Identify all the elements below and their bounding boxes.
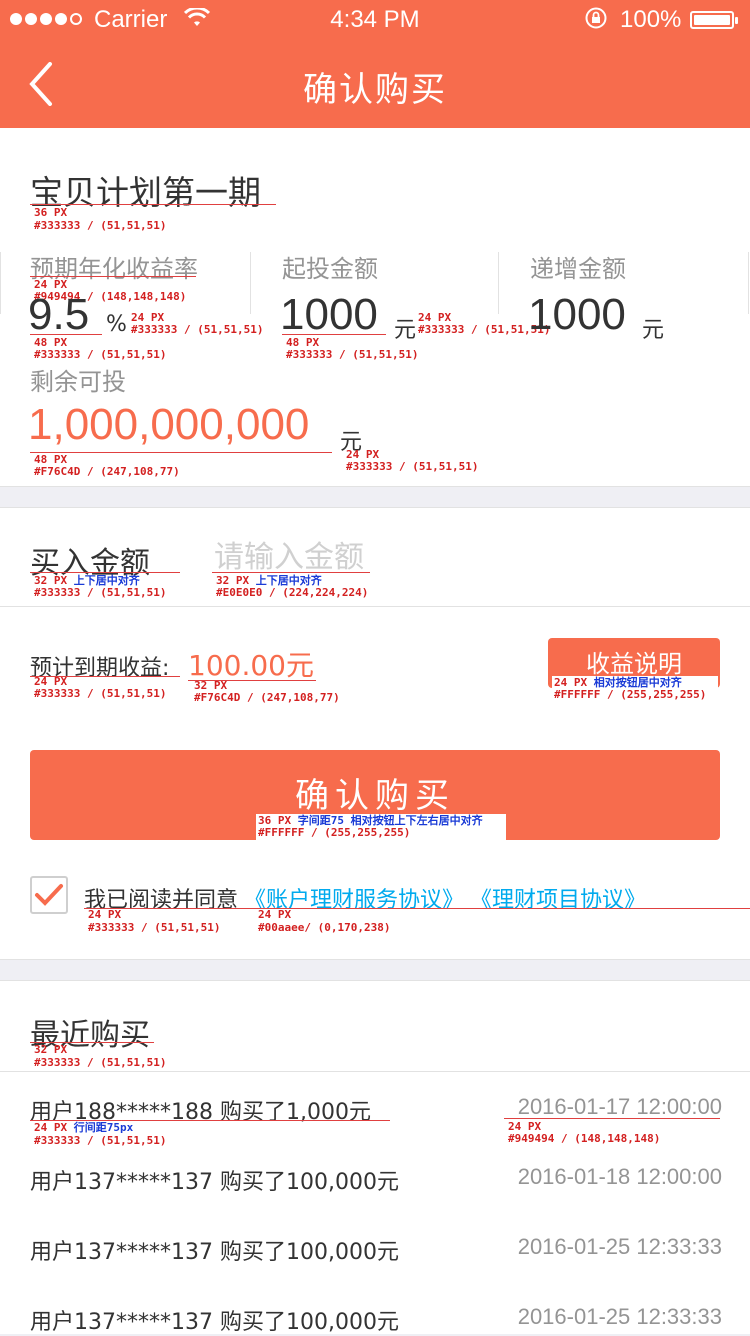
annotation-color: #949494 / (148,148,148) <box>508 1132 661 1145</box>
annotation-color: #FFFFFF / (255,255,255) <box>258 826 411 839</box>
annotation-color: #333333 / (51,51,51) <box>34 1056 167 1069</box>
checkmark-icon <box>35 884 63 906</box>
annotation-color: #333333 / (51,51,51) <box>34 687 167 700</box>
step-amount-value: 1000 <box>528 290 626 339</box>
record-user: 用户137*****137 购买了100,000元 <box>30 1310 399 1335</box>
annotation-color: #00aaee/ (0,170,238) <box>258 921 391 934</box>
battery-percent: 100% <box>620 6 682 33</box>
annotation-size: 36 PX <box>34 206 68 219</box>
page-title: 确认购买 <box>303 70 447 110</box>
annotation-size: 24 PX <box>88 908 122 921</box>
annotation-color: #333333 / (51,51,51) <box>34 586 167 599</box>
annotation-color: #333333 / (51,51,51) <box>34 219 167 232</box>
record-time: 2016-01-17 12:00:00 <box>517 1094 722 1119</box>
annotation-size: 24 PX 行间距75px <box>34 1121 134 1134</box>
annotation-color: #F76C4D / (247,108,77) <box>34 465 180 478</box>
annotation-color: #333333 / (51,51,51) <box>346 460 479 473</box>
annotation-size: 32 PX <box>34 1043 68 1056</box>
annotation-color: #E0E0E0 / (224,224,224) <box>216 586 369 599</box>
record-time: 2016-01-18 12:00:00 <box>517 1164 722 1189</box>
step-amount-unit: 元 <box>642 318 665 343</box>
annotation-color: #333333 / (51,51,51) <box>88 921 221 934</box>
annotation-color: #333333 / (51,51,51) <box>34 1134 167 1147</box>
project-agreement-link[interactable]: 《理财项目协议》 <box>470 882 646 914</box>
status-bar: Carrier 4:34 PM 100% <box>0 0 750 40</box>
record-user: 用户137*****137 购买了100,000元 <box>30 1240 399 1265</box>
annotation-color: #333333 / (51,51,51) <box>34 348 167 361</box>
expected-return-value: 100.00元 <box>188 649 314 682</box>
min-amount-unit: 元 <box>394 318 417 343</box>
remain-value: 1,000,000,000 <box>28 400 310 449</box>
battery-icon <box>690 11 738 29</box>
annotation-color: #F76C4D / (247,108,77) <box>194 691 340 704</box>
agreement-checkbox[interactable] <box>30 876 68 914</box>
rate-unit: % <box>106 312 127 337</box>
rate-value: 9.5 <box>28 290 90 339</box>
record-time: 2016-01-25 12:33:33 <box>517 1234 722 1259</box>
min-amount-label: 起投金额 <box>282 255 378 283</box>
min-amount-value: 1000 <box>280 290 378 339</box>
annotation-color: #333333 / (51,51,51) <box>286 348 419 361</box>
annotation-size: 24 PX <box>258 908 292 921</box>
rotation-lock-icon <box>584 6 608 36</box>
annotation-color: #333333 / (51,51,51) <box>131 323 264 336</box>
record-user: 用户137*****137 购买了100,000元 <box>30 1170 399 1195</box>
step-amount-label: 递增金额 <box>530 255 626 283</box>
remain-label: 剩余可投 <box>30 368 126 396</box>
record-time: 2016-01-25 12:33:33 <box>517 1304 722 1329</box>
annotation-color: #FFFFFF / (255,255,255) <box>554 688 707 701</box>
